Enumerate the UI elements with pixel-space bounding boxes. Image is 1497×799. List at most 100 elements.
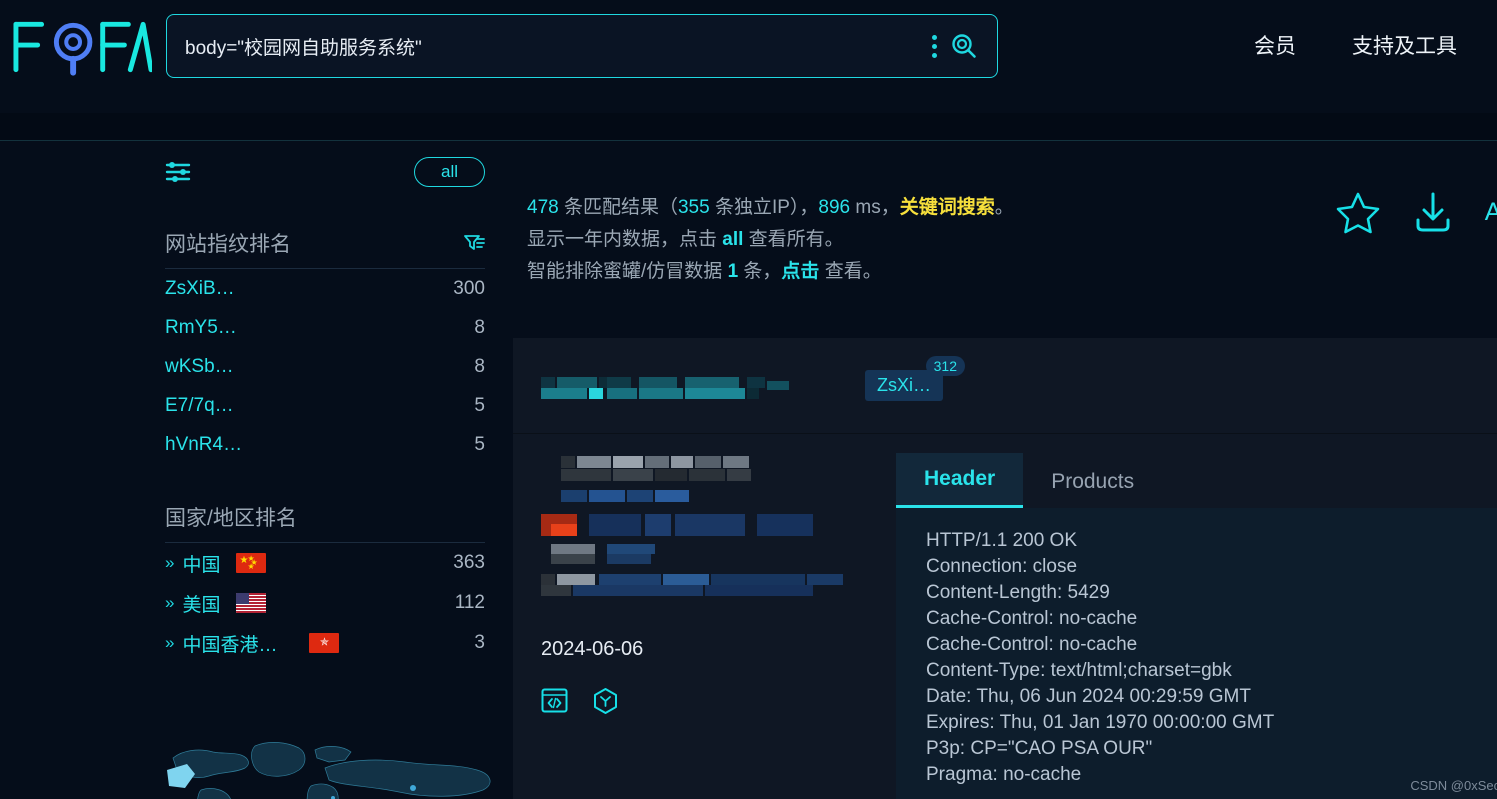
country-panel-header: 国家/地区排名 <box>165 502 485 543</box>
country-count: 112 <box>454 592 485 613</box>
fingerprint-panel-title: 网站指纹排名 <box>165 233 291 256</box>
result-card-icons <box>541 687 896 715</box>
unique-ip-count: 355 <box>677 197 710 218</box>
star-favorite-icon[interactable] <box>1335 190 1381 234</box>
cube-product-icon[interactable] <box>592 687 619 715</box>
http-header-line: HTTP/1.1 200 OK <box>926 530 1078 551</box>
honeypot-text-c: 查看。 <box>819 261 882 282</box>
honeypot-view-link[interactable]: 点击 <box>781 261 819 282</box>
country-ranking-panel: 国家/地区排名 » 中国 ★ ★ ★ ★ 363 » 美国 112 » 中国香港… <box>165 502 485 663</box>
nav-item-support-tools[interactable]: 支持及工具 <box>1352 30 1457 60</box>
fingerprint-name[interactable]: E7/7q… <box>165 395 234 417</box>
summary-text-b: 条独立IP）， <box>709 197 819 218</box>
chevron-right-icon: » <box>165 633 175 652</box>
country-row[interactable]: » 中国 ★ ★ ★ ★ 363 <box>165 543 485 583</box>
fingerprint-count: 8 <box>474 355 485 377</box>
left-sidebar: all 网站指纹排名 ZsXiB… 300 RmY5… 8 wKSb… 8 E7… <box>165 150 485 663</box>
country-name[interactable]: 美国 <box>182 590 220 617</box>
world-map-visualization[interactable] <box>165 728 505 799</box>
country-name[interactable]: 中国香港… <box>182 630 277 657</box>
result-card: ZsXi… 312 2024-06-06 Header Products HTT… <box>513 338 1497 799</box>
nav-item-membership[interactable]: 会员 <box>1254 30 1296 60</box>
http-header-line: Cache-Control: no-cache <box>926 608 1138 629</box>
csdn-watermark: CSDN @0xSecl <box>1410 778 1497 793</box>
fingerprint-row[interactable]: RmY5… 8 <box>165 308 485 347</box>
fingerprint-row[interactable]: ZsXiB… 300 <box>165 269 485 308</box>
http-header-line: Content-Length: 5429 <box>926 582 1110 603</box>
result-card-left-column: 2024-06-06 <box>513 452 896 799</box>
fingerprint-tag-badge: 312 <box>925 356 965 376</box>
chevron-right-icon: » <box>165 593 175 612</box>
secondary-nav-band <box>0 113 1497 141</box>
summary-line-3: 智能排除蜜罐/仿冒数据 1 条，点击 查看。 <box>527 256 1327 288</box>
result-card-header-row: ZsXi… 312 <box>513 338 1497 434</box>
download-icon[interactable] <box>1411 190 1455 234</box>
code-preview-icon[interactable] <box>541 687 568 714</box>
tab-products[interactable]: Products <box>1023 456 1162 508</box>
api-label[interactable]: API <box>1485 198 1497 227</box>
honeypot-text: 智能排除蜜罐/仿冒数据 <box>527 261 728 282</box>
summary-line-2: 显示一年内数据，点击 all 查看所有。 <box>527 224 1327 256</box>
http-header-line: Cache-Control: no-cache <box>926 634 1138 655</box>
result-card-body: 2024-06-06 Header Products HTTP/1.1 200 … <box>513 434 1497 799</box>
fingerprint-row[interactable]: wKSb… 8 <box>165 347 485 386</box>
all-filter-button[interactable]: all <box>413 156 485 188</box>
search-input[interactable] <box>167 15 932 77</box>
flag-usa-icon <box>236 593 267 613</box>
fingerprint-count: 5 <box>474 394 485 416</box>
search-box[interactable] <box>166 14 998 78</box>
flag-china-icon: ★ ★ ★ ★ <box>236 553 267 573</box>
fingerprint-row[interactable]: E7/7q… 5 <box>165 386 485 425</box>
detail-tabs: Header Products <box>896 452 1497 508</box>
result-date: 2024-06-06 <box>541 638 644 660</box>
http-header-line: Expires: Thu, 01 Jan 1970 00:00:00 GMT <box>926 712 1275 733</box>
summary-range-text-tail: 查看所有。 <box>743 229 844 250</box>
result-actions: API <box>1335 190 1497 234</box>
top-navigation: 会员 支持及工具 <box>1254 30 1457 60</box>
magnifier-icon[interactable] <box>951 33 977 59</box>
result-card-right-column: Header Products HTTP/1.1 200 OK Connecti… <box>896 452 1497 799</box>
http-header-pane[interactable]: HTTP/1.1 200 OK Connection: close Conten… <box>896 508 1497 799</box>
summary-line-1: 478 条匹配结果（355 条独立IP），896 ms，关键词搜索。 <box>527 192 1327 224</box>
summary-text-d: 。 <box>994 197 1014 218</box>
results-summary: 478 条匹配结果（355 条独立IP），896 ms，关键词搜索。 显示一年内… <box>527 192 1327 288</box>
fingerprint-name[interactable]: ZsXiB… <box>165 278 235 300</box>
fofa-logo[interactable] <box>12 16 152 78</box>
country-count: 363 <box>453 552 485 573</box>
vertical-dots-icon[interactable] <box>932 34 937 58</box>
search-mode-badge: 关键词搜索 <box>899 197 995 218</box>
fingerprint-name[interactable]: hVnR4… <box>165 434 242 456</box>
http-header-line: P3p: CP="CAO PSA OUR" <box>926 738 1153 759</box>
match-count: 478 <box>527 197 559 218</box>
funnel-filter-icon[interactable] <box>463 233 485 253</box>
country-name[interactable]: 中国 <box>182 550 220 577</box>
fingerprint-count: 5 <box>474 433 485 455</box>
fingerprint-name[interactable]: RmY5… <box>165 317 237 339</box>
query-time-ms: 896 <box>818 197 851 218</box>
top-header-bar: 会员 支持及工具 <box>0 0 1497 113</box>
country-panel-title: 国家/地区排名 <box>165 507 297 530</box>
fofa-logo-icon <box>13 21 152 76</box>
fingerprint-row[interactable]: hVnR4… 5 <box>165 425 485 464</box>
fingerprint-panel-header: 网站指纹排名 <box>165 228 485 269</box>
sidebar-toolbar: all <box>165 150 485 194</box>
fingerprint-name[interactable]: wKSb… <box>165 356 234 378</box>
fingerprint-tag-chip[interactable]: ZsXi… 312 <box>865 356 965 401</box>
chevron-right-icon: » <box>165 553 175 572</box>
world-map-svg <box>167 742 491 799</box>
summary-text-a: 条匹配结果（ <box>558 197 678 218</box>
fingerprint-ranking-panel: 网站指纹排名 ZsXiB… 300 RmY5… 8 wKSb… 8 E7/7q…… <box>165 228 485 464</box>
flag-hongkong-icon: ✯ <box>309 633 340 653</box>
country-row[interactable]: » 美国 112 <box>165 583 485 623</box>
summary-all-link[interactable]: all <box>722 229 743 250</box>
http-header-line: Date: Thu, 06 Jun 2024 00:29:59 GMT <box>926 686 1251 707</box>
country-row[interactable]: » 中国香港… ✯ 3 <box>165 623 485 663</box>
tab-header[interactable]: Header <box>896 453 1024 508</box>
summary-text-c: ms， <box>850 197 900 218</box>
fofa-search-page: 会员 支持及工具 all 网站指纹排名 <box>0 0 1497 799</box>
honeypot-text-b: 条， <box>738 261 782 282</box>
honeypot-count: 1 <box>727 261 739 282</box>
fingerprint-tag-label: ZsXi… <box>877 375 931 395</box>
sliders-filter-icon[interactable] <box>165 161 191 183</box>
country-count: 3 <box>474 632 485 653</box>
